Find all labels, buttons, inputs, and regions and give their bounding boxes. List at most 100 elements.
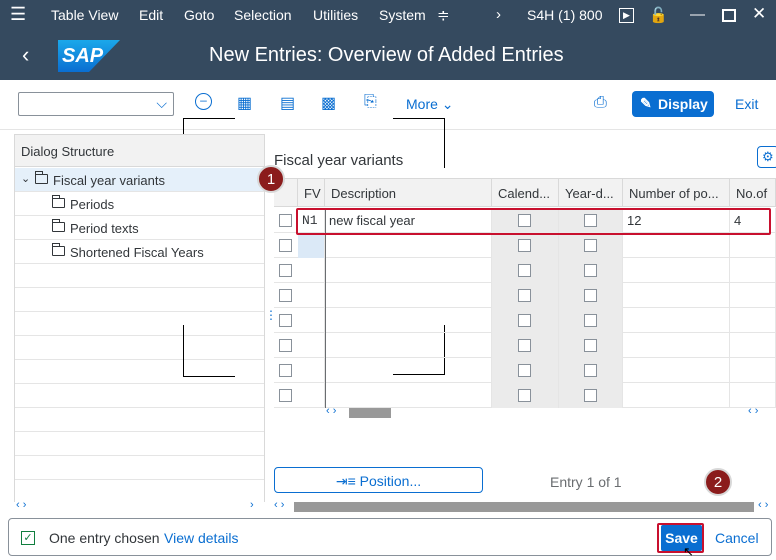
table-cell[interactable] [492,383,559,408]
table-cell[interactable] [559,358,623,383]
table-cell[interactable] [298,233,325,258]
row-checkbox[interactable] [279,214,292,227]
table-cell[interactable] [559,333,623,358]
tree-item-shortened-fiscal-years[interactable]: Shortened Fiscal Years [15,240,264,264]
table-cell[interactable] [730,258,776,283]
cancel-button[interactable]: Cancel [715,530,759,546]
table-cell[interactable] [623,333,730,358]
scroll-left-icon[interactable]: ‹ › [16,499,26,511]
chevron-right-icon[interactable]: › [496,6,501,23]
scroll-right-icon[interactable]: › [250,499,254,511]
select-all-icon[interactable]: ▦ [237,93,252,113]
table-cell[interactable] [623,358,730,383]
row-selector[interactable] [274,233,298,258]
unlock-icon[interactable]: 🔓 [649,6,668,24]
menu-edit[interactable]: Edit [139,7,163,23]
menu-utilities[interactable]: Utilities [313,7,358,23]
tree-horizontal-scrollbar[interactable]: ‹ › › [14,499,265,512]
table-cell[interactable] [325,308,492,333]
cell-checkbox[interactable] [518,314,531,327]
table-cell[interactable] [492,233,559,258]
cell-checkbox[interactable] [518,289,531,302]
scroll-right-icon[interactable]: ‹ › [748,405,758,417]
table-cell[interactable] [623,283,730,308]
row-checkbox[interactable] [279,339,292,352]
table-cell[interactable] [325,258,492,283]
table-cell[interactable] [492,308,559,333]
table-cell[interactable] [325,383,492,408]
table-cell[interactable] [298,308,325,333]
table-cell[interactable] [298,358,325,383]
maximize-icon[interactable] [722,9,736,22]
menu-selection[interactable]: Selection [234,7,292,23]
table-cell[interactable] [730,283,776,308]
row-selector[interactable] [274,283,298,308]
menu-system[interactable]: System [379,7,426,23]
column-header-calendar-year[interactable]: Calend... [492,179,559,207]
table-cell[interactable] [325,333,492,358]
row-checkbox[interactable] [279,289,292,302]
deselect-icon[interactable]: ▤ [280,93,295,113]
table-cell[interactable] [559,233,623,258]
table-cell[interactable] [559,308,623,333]
table-cell[interactable] [492,283,559,308]
table-cell[interactable] [325,283,492,308]
table-cell[interactable] [492,333,559,358]
menu-goto[interactable]: Goto [184,7,214,23]
table-cell[interactable] [559,283,623,308]
play-icon[interactable]: ▶ [619,8,634,23]
table-row[interactable] [274,383,776,408]
display-button[interactable]: ✎ Display [632,91,714,117]
row-checkbox[interactable] [279,264,292,277]
cell-checkbox[interactable] [584,364,597,377]
table-cell[interactable] [298,258,325,283]
select-block-icon[interactable]: ▩ [321,93,336,113]
table-cell[interactable] [730,308,776,333]
row-selector[interactable] [274,258,298,283]
cell-checkbox[interactable] [518,339,531,352]
table-row[interactable] [274,233,776,258]
cell-checkbox[interactable] [518,389,531,402]
settings-icon[interactable]: ⚙ [757,146,776,168]
row-selector[interactable] [274,383,298,408]
row-selector[interactable] [274,358,298,383]
table-cell[interactable] [298,333,325,358]
table-cell[interactable] [730,333,776,358]
cell-checkbox[interactable] [518,364,531,377]
hamburger-menu-icon[interactable]: ☰ [10,4,26,25]
cell-checkbox[interactable] [518,264,531,277]
scroll-right-icon[interactable]: ‹ › [758,499,768,511]
table-cell[interactable] [730,358,776,383]
view-details-link[interactable]: View details [164,530,238,546]
minus-circle-icon[interactable]: – [195,93,212,110]
scroll-left-icon[interactable]: ‹ › [274,499,284,511]
filter-icon[interactable]: ≑ [437,6,450,24]
cell-checkbox[interactable] [584,239,597,252]
scroll-thumb[interactable] [294,502,754,512]
table-cell[interactable] [325,233,492,258]
table-row[interactable] [274,358,776,383]
row-checkbox[interactable] [279,389,292,402]
column-header-fv[interactable]: FV [298,179,325,207]
table-cell[interactable] [623,383,730,408]
table-cell[interactable] [559,258,623,283]
table-cell[interactable] [298,283,325,308]
column-header-special-periods[interactable]: No.of [730,179,776,207]
table-row[interactable] [274,283,776,308]
table-cell[interactable] [492,358,559,383]
table-row[interactable] [274,258,776,283]
table-cell[interactable] [730,233,776,258]
row-selector[interactable] [274,208,298,233]
chevron-down-icon[interactable]: ⌄ [21,172,30,185]
row-selector[interactable] [274,333,298,358]
tree-item-periods[interactable]: Periods [15,192,264,216]
tree-item-fiscal-year-variants[interactable]: ⌄ Fiscal year variants [15,168,264,192]
tree-item-period-texts[interactable]: Period texts [15,216,264,240]
more-button[interactable]: More ⌄ [406,96,454,113]
table-cell[interactable] [623,258,730,283]
scroll-left-icon[interactable]: ‹ › [326,405,336,417]
menu-table-view[interactable]: Table View [51,7,118,23]
table-row[interactable] [274,333,776,358]
table-row[interactable] [274,308,776,333]
variant-icon[interactable]: ⎘ [364,93,377,111]
